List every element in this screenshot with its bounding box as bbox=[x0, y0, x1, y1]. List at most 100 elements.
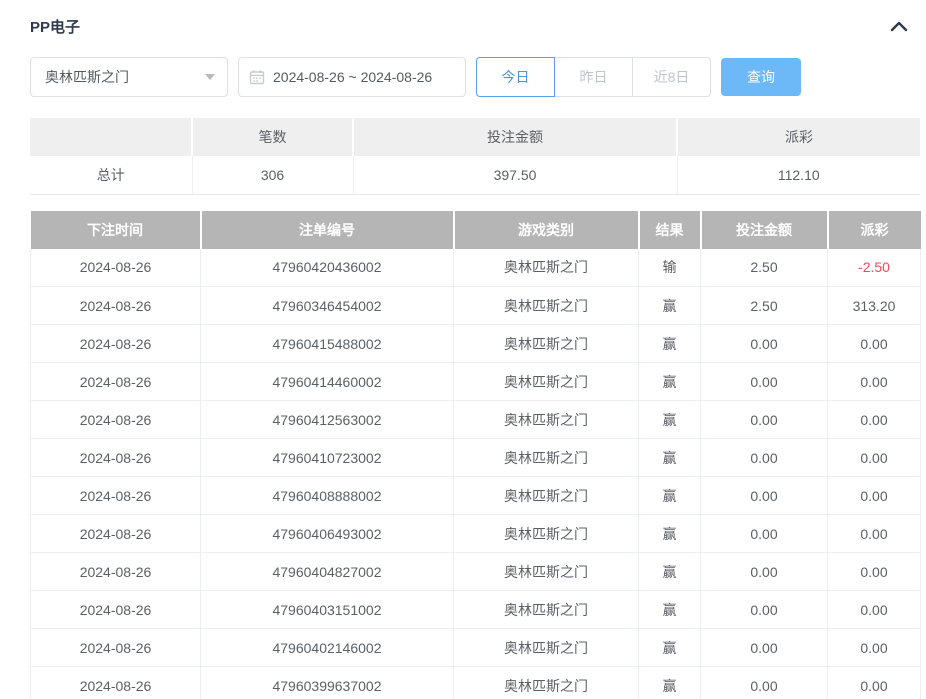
bet-id-cell: 47960408888002 bbox=[201, 477, 454, 515]
bet-id-cell: 47960346454002 bbox=[201, 287, 454, 325]
bet-time-cell: 2024-08-26 bbox=[31, 553, 201, 591]
bet-row: 2024-08-2647960408888002奥林匹斯之门赢0.000.00 bbox=[31, 477, 921, 515]
quick-button-last8days[interactable]: 近8日 bbox=[632, 57, 711, 97]
bet-amount-cell: 2.50 bbox=[701, 249, 828, 287]
bet-row: 2024-08-2647960402146002奥林匹斯之门赢0.000.00 bbox=[31, 629, 921, 667]
bet-id-cell: 47960410723002 bbox=[201, 439, 454, 477]
payout-cell: 0.00 bbox=[828, 515, 921, 553]
result-cell: 赢 bbox=[639, 363, 701, 401]
bet-id-cell: 47960402146002 bbox=[201, 629, 454, 667]
bet-id-cell: 47960414460002 bbox=[201, 363, 454, 401]
bet-id-cell: 47960420436002 bbox=[201, 249, 454, 287]
game-select-value: 奥林匹斯之门 bbox=[45, 67, 129, 87]
bet-id-cell: 47960406493002 bbox=[201, 515, 454, 553]
bet-time-cell: 2024-08-26 bbox=[31, 439, 201, 477]
bet-time-cell: 2024-08-26 bbox=[31, 667, 201, 699]
result-cell: 赢 bbox=[639, 287, 701, 325]
game-category-cell: 奥林匹斯之门 bbox=[454, 591, 639, 629]
summary-total-label: 总计 bbox=[30, 156, 192, 194]
date-range-input[interactable]: 2024-08-26 ~ 2024-08-26 bbox=[238, 57, 466, 97]
bet-row: 2024-08-2647960399637002奥林匹斯之门赢0.000.00 bbox=[31, 667, 921, 699]
bets-header-row: 下注时间注单编号游戏类别结果投注金额派彩 bbox=[31, 211, 921, 249]
panel-header: PP电子 bbox=[0, 0, 926, 37]
bet-row: 2024-08-2647960404827002奥林匹斯之门赢0.000.00 bbox=[31, 553, 921, 591]
collapse-panel-button[interactable] bbox=[888, 15, 910, 37]
summary-header-blank bbox=[30, 118, 192, 156]
summary-total-payout: 112.10 bbox=[677, 156, 920, 194]
bet-row: 2024-08-2647960403151002奥林匹斯之门赢0.000.00 bbox=[31, 591, 921, 629]
bet-row: 2024-08-2647960346454002奥林匹斯之门赢2.50313.2… bbox=[31, 287, 921, 325]
result-cell: 赢 bbox=[639, 401, 701, 439]
game-category-cell: 奥林匹斯之门 bbox=[454, 439, 639, 477]
payout-cell: 313.20 bbox=[828, 287, 921, 325]
summary-header-bet-amount: 投注金额 bbox=[353, 118, 677, 156]
payout-cell: 0.00 bbox=[828, 591, 921, 629]
page-title: PP电子 bbox=[30, 16, 80, 37]
bet-time-cell: 2024-08-26 bbox=[31, 515, 201, 553]
bet-id-cell: 47960403151002 bbox=[201, 591, 454, 629]
result-cell: 赢 bbox=[639, 667, 701, 699]
game-category-cell: 奥林匹斯之门 bbox=[454, 553, 639, 591]
bet-amount-cell: 0.00 bbox=[701, 629, 828, 667]
result-cell: 赢 bbox=[639, 325, 701, 363]
bet-time-cell: 2024-08-26 bbox=[31, 477, 201, 515]
payout-cell: 0.00 bbox=[828, 667, 921, 699]
bet-row: 2024-08-2647960412563002奥林匹斯之门赢0.000.00 bbox=[31, 401, 921, 439]
filter-toolbar: 奥林匹斯之门 2024-08-26 ~ 2024-08-26 今日 昨日 近8日… bbox=[30, 57, 920, 97]
bet-time-cell: 2024-08-26 bbox=[31, 629, 201, 667]
date-range-value: 2024-08-26 ~ 2024-08-26 bbox=[273, 69, 432, 85]
result-cell: 赢 bbox=[639, 439, 701, 477]
bets-table-body: 2024-08-2647960420436002奥林匹斯之门输2.50-2.50… bbox=[31, 249, 921, 699]
game-select[interactable]: 奥林匹斯之门 bbox=[30, 57, 228, 97]
bets-table: 下注时间注单编号游戏类别结果投注金额派彩 2024-08-26479604204… bbox=[30, 211, 921, 699]
payout-cell: 0.00 bbox=[828, 553, 921, 591]
summary-header-count: 笔数 bbox=[192, 118, 353, 156]
bet-row: 2024-08-2647960415488002奥林匹斯之门赢0.000.00 bbox=[31, 325, 921, 363]
bet-row: 2024-08-2647960410723002奥林匹斯之门赢0.000.00 bbox=[31, 439, 921, 477]
game-category-cell: 奥林匹斯之门 bbox=[454, 287, 639, 325]
summary-total-row: 总计 306 397.50 112.10 bbox=[30, 156, 920, 194]
bet-amount-cell: 0.00 bbox=[701, 591, 828, 629]
bet-id-cell: 47960399637002 bbox=[201, 667, 454, 699]
game-category-cell: 奥林匹斯之门 bbox=[454, 629, 639, 667]
game-category-cell: 奥林匹斯之门 bbox=[454, 363, 639, 401]
bet-time-cell: 2024-08-26 bbox=[31, 325, 201, 363]
bet-row: 2024-08-2647960406493002奥林匹斯之门赢0.000.00 bbox=[31, 515, 921, 553]
result-cell: 赢 bbox=[639, 477, 701, 515]
bet-id-cell: 47960412563002 bbox=[201, 401, 454, 439]
result-cell: 赢 bbox=[639, 629, 701, 667]
bet-amount-cell: 2.50 bbox=[701, 287, 828, 325]
column-header-payout: 派彩 bbox=[828, 211, 921, 249]
bet-amount-cell: 0.00 bbox=[701, 477, 828, 515]
column-header-result: 结果 bbox=[639, 211, 701, 249]
result-cell: 赢 bbox=[639, 591, 701, 629]
caret-down-icon bbox=[205, 74, 215, 80]
bet-amount-cell: 0.00 bbox=[701, 553, 828, 591]
summary-table: 笔数 投注金额 派彩 总计 306 397.50 112.10 bbox=[30, 118, 920, 195]
bet-amount-cell: 0.00 bbox=[701, 667, 828, 699]
summary-header-payout: 派彩 bbox=[677, 118, 920, 156]
summary-total-count: 306 bbox=[192, 156, 353, 194]
bet-time-cell: 2024-08-26 bbox=[31, 401, 201, 439]
result-cell: 输 bbox=[639, 249, 701, 287]
payout-cell: 0.00 bbox=[828, 325, 921, 363]
query-button[interactable]: 查询 bbox=[721, 58, 801, 96]
game-category-cell: 奥林匹斯之门 bbox=[454, 249, 639, 287]
summary-total-bet-amount: 397.50 bbox=[353, 156, 677, 194]
quick-button-yesterday[interactable]: 昨日 bbox=[554, 57, 633, 97]
payout-cell: -2.50 bbox=[828, 249, 921, 287]
column-header-game-category: 游戏类别 bbox=[454, 211, 639, 249]
summary-header-row: 笔数 投注金额 派彩 bbox=[30, 118, 920, 156]
calendar-icon bbox=[249, 69, 265, 85]
bet-amount-cell: 0.00 bbox=[701, 401, 828, 439]
result-cell: 赢 bbox=[639, 515, 701, 553]
game-category-cell: 奥林匹斯之门 bbox=[454, 477, 639, 515]
bet-time-cell: 2024-08-26 bbox=[31, 591, 201, 629]
payout-cell: 0.00 bbox=[828, 477, 921, 515]
game-category-cell: 奥林匹斯之门 bbox=[454, 401, 639, 439]
payout-cell: 0.00 bbox=[828, 439, 921, 477]
chevron-up-icon bbox=[890, 20, 908, 32]
quick-button-today[interactable]: 今日 bbox=[476, 57, 555, 97]
bet-amount-cell: 0.00 bbox=[701, 439, 828, 477]
bet-amount-cell: 0.00 bbox=[701, 325, 828, 363]
